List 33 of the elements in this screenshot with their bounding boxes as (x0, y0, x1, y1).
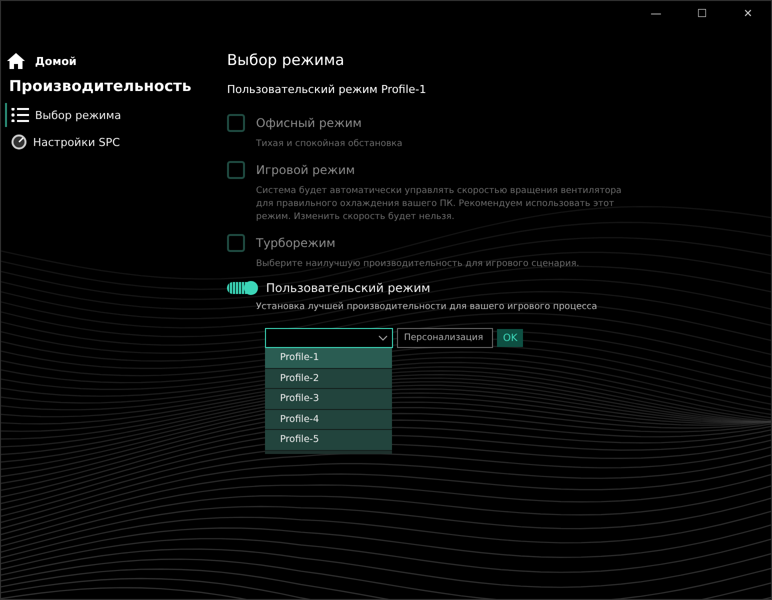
chevron-down-icon (378, 335, 388, 341)
dropdown-option[interactable]: Profile-3 (265, 389, 392, 410)
ok-button[interactable]: OK (497, 329, 524, 347)
dropdown-option[interactable]: Profile-2 (265, 368, 392, 389)
checkbox[interactable] (227, 161, 245, 179)
close-button[interactable]: ✕ (725, 1, 771, 25)
list-icon (11, 108, 29, 122)
dropdown-option[interactable]: Profile-1 (265, 348, 392, 368)
page-title: Выбор режима (227, 51, 346, 69)
home-icon (7, 53, 25, 69)
minimize-button[interactable]: — (633, 1, 679, 25)
toggle-switch[interactable] (227, 282, 255, 294)
mode-description: Выберите наилучшую производительность для игрового сценария. (256, 258, 580, 271)
mode-label: Игровой режим (256, 163, 355, 177)
current-mode-text: Пользовательский режим Profile-1 (227, 83, 428, 96)
maximize-button[interactable]: ☐ (679, 1, 725, 25)
checkbox[interactable] (227, 114, 245, 132)
checkbox[interactable] (227, 234, 245, 252)
home-link[interactable]: Домой (5, 51, 217, 71)
sidebar-item[interactable]: Настройки SPC (5, 130, 217, 154)
mode-description: Тихая и спокойная обстановка (256, 138, 404, 151)
section-title: Производительность (9, 77, 192, 95)
mode-label: Турборежим (256, 236, 336, 250)
mode-label: Пользовательский режим (266, 281, 430, 295)
dropdown-option[interactable]: Profile-4 (265, 410, 392, 430)
name-input[interactable]: Персонализация (397, 328, 493, 348)
mode-description: Система будет автоматически управлять скоростью вращения вентилятора для правильного охлаждения вашего ПК. Рекомендуем использовать этот режим. Изменить скорость будет нельзя. (256, 185, 623, 224)
mode-label: Офисный режим (256, 116, 362, 130)
gauge-icon (11, 134, 27, 150)
profile-dropdown[interactable] (265, 328, 393, 348)
dropdown-option[interactable]: Profile-5 (265, 430, 392, 450)
mode-description: Установка лучшей производительности для вашего игрового процесса (256, 301, 598, 314)
sidebar-item[interactable]: Выбор режима (5, 103, 217, 127)
